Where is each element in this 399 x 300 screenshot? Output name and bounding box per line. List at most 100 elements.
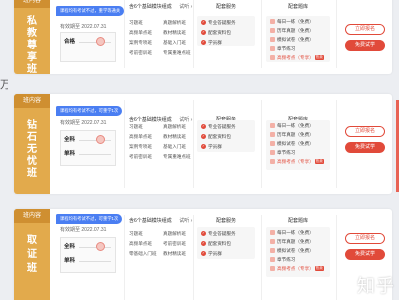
score-slip-image: 全科 单科 [60,237,116,273]
plan-name-char: 证 [27,249,37,260]
doc-icon [270,159,275,165]
free-trial-button[interactable]: 免费试学 [345,142,385,153]
enroll-button[interactable]: 立即报名 [345,126,385,137]
enroll-button[interactable]: 立即报名 [345,233,385,244]
question-bank-item[interactable]: 章节练习 [270,150,295,156]
question-bank-item-label: 历年真题（免费） [277,132,314,137]
service-item: ✓ 专业答疑服务 [201,20,236,26]
plan-side-label: 班内容钻石无忧班 [14,94,50,194]
modules-preview-link[interactable]: 试听 › [179,4,192,10]
question-bank-item[interactable]: 章节练习 [270,46,295,52]
module-item[interactable]: 高频单点班 [129,30,152,36]
service-item: ✓ 学员群 [201,144,222,150]
service-item-label: 学员群 [208,251,222,256]
module-item[interactable]: 习题班 [129,231,143,237]
score-slip-row: 全科 [64,137,76,143]
plan-name-char: 班 [27,64,37,74]
plan-side-label: 班内容取证班 [14,209,50,300]
plan-name-char: 享 [27,52,37,63]
module-item[interactable]: 案例专项班 [129,40,152,46]
module-item[interactable]: 真题解析班 [163,20,186,26]
module-item[interactable]: 习题班 [129,20,143,26]
question-bank-item[interactable]: 模拟试卷（免费） [270,37,314,43]
module-item[interactable]: 高频单点班 [129,241,152,247]
column-divider [261,215,262,300]
service-item-label: 配套资料包 [208,134,231,139]
question-bank-item[interactable]: 模拟试卷（免费） [270,141,314,147]
question-bank-item[interactable]: 模拟试卷（免费） [270,248,314,254]
doc-icon [270,46,275,52]
module-item[interactable]: 考前密训班 [163,241,186,247]
module-item[interactable]: 专属重难点班 [163,50,191,56]
service-item: ✓ 专业答疑服务 [201,124,236,130]
doc-icon [270,257,275,263]
services-box: ✓ 专业答疑服务 ✓ 配套资料包 ✓ 学员群 [197,16,255,46]
question-bank-item-label: 高频考点（专享） [277,55,314,60]
module-item[interactable]: 基础入门班 [163,144,186,150]
question-bank-item-label: 每日一练（免费） [277,123,314,128]
column-divider [336,100,337,188]
plan-name-char: 班 [27,263,37,274]
question-bank-item[interactable]: 历年真题（免费） [270,28,314,34]
question-bank-item[interactable]: 高频考点（专享） 热卖 [270,55,324,61]
service-item-label: 配套资料包 [208,241,231,246]
question-bank-item[interactable]: 每日一练（免费） [270,19,314,25]
module-item[interactable]: 习题班 [129,124,143,130]
pass-guarantee-tag: 课程均有考试不过，重学等通关 [56,6,125,16]
free-trial-button[interactable]: 免费试学 [345,249,385,260]
module-item[interactable]: 基础入门班 [163,40,186,46]
module-item[interactable]: 真题解析班 [163,231,186,237]
score-slip-row: 全科 [64,244,76,250]
check-icon: ✓ [201,20,206,26]
module-item[interactable]: 案例专项班 [129,144,152,150]
column-divider [193,215,194,300]
question-bank-header: 配套题库 [287,4,308,10]
modules-header-text: 含6个基础模块组成 [129,218,172,224]
stamp-icon [96,37,105,46]
services-box: ✓ 专业答疑服务 ✓ 配套资料包 ✓ 学员群 [197,227,255,259]
modules-preview-link[interactable]: 试听 › [179,117,192,123]
module-item[interactable]: 专属重难点班 [163,154,191,160]
pass-guarantee-tag: 课程均有考试不过，可重学1次 [56,214,123,224]
doc-icon [270,28,275,34]
plan-badge: 班内容 [14,209,50,223]
question-bank-item[interactable]: 每日一练（免费） [270,230,314,236]
column-divider [124,100,125,188]
service-item-label: 专业答疑服务 [208,231,236,236]
doc-icon [270,55,275,61]
module-item[interactable]: 考前密训班 [129,154,152,160]
module-item[interactable]: 真题解析班 [163,124,186,130]
module-item[interactable]: 教材精读班 [163,251,186,257]
module-item[interactable]: 零基础入门班 [129,251,157,257]
question-bank-item-label: 历年真题（免费） [277,28,314,33]
module-item[interactable]: 考前密训班 [129,50,152,56]
question-bank-item[interactable]: 每日一练（免费） [270,123,314,129]
free-trial-button[interactable]: 免费试学 [345,40,385,51]
enroll-button[interactable]: 立即报名 [345,24,385,35]
question-bank-item[interactable]: 高频考点（专享） 热卖 [270,266,324,272]
module-item[interactable]: 教材精读班 [163,134,186,140]
check-icon: ✓ [201,30,206,36]
column-divider [261,0,262,68]
pass-guarantee-tag: 课程均有考试不过，可重学1次 [56,106,123,116]
column-divider [261,100,262,188]
question-bank-item[interactable]: 章节练习 [270,257,295,263]
score-slip-line [79,42,111,43]
question-bank-item-label: 历年真题（免费） [277,239,314,244]
question-bank-item[interactable]: 高频考点（专享） 热卖 [270,159,324,165]
module-item[interactable]: 教材精读班 [163,30,186,36]
stamp-icon [96,135,105,144]
module-item[interactable]: 高频单点班 [129,134,152,140]
modules-preview-link[interactable]: 试听 › [179,218,192,224]
score-slip-row: 合格 [64,39,76,45]
doc-icon [270,132,275,138]
question-bank-item[interactable]: 历年真题（免费） [270,239,314,245]
plan-card: 班内容私教尊享班 课程均有考试不过，重学等通关 有效期至 2022.07.31 … [14,0,392,74]
column-divider [124,215,125,300]
service-item: ✓ 配套资料包 [201,241,231,247]
question-bank-item[interactable]: 历年真题（免费） [270,132,314,138]
doc-icon [270,239,275,245]
service-item-label: 专业答疑服务 [208,20,236,25]
score-slip-image: 全科 单科 [60,130,116,166]
check-icon: ✓ [201,124,206,130]
